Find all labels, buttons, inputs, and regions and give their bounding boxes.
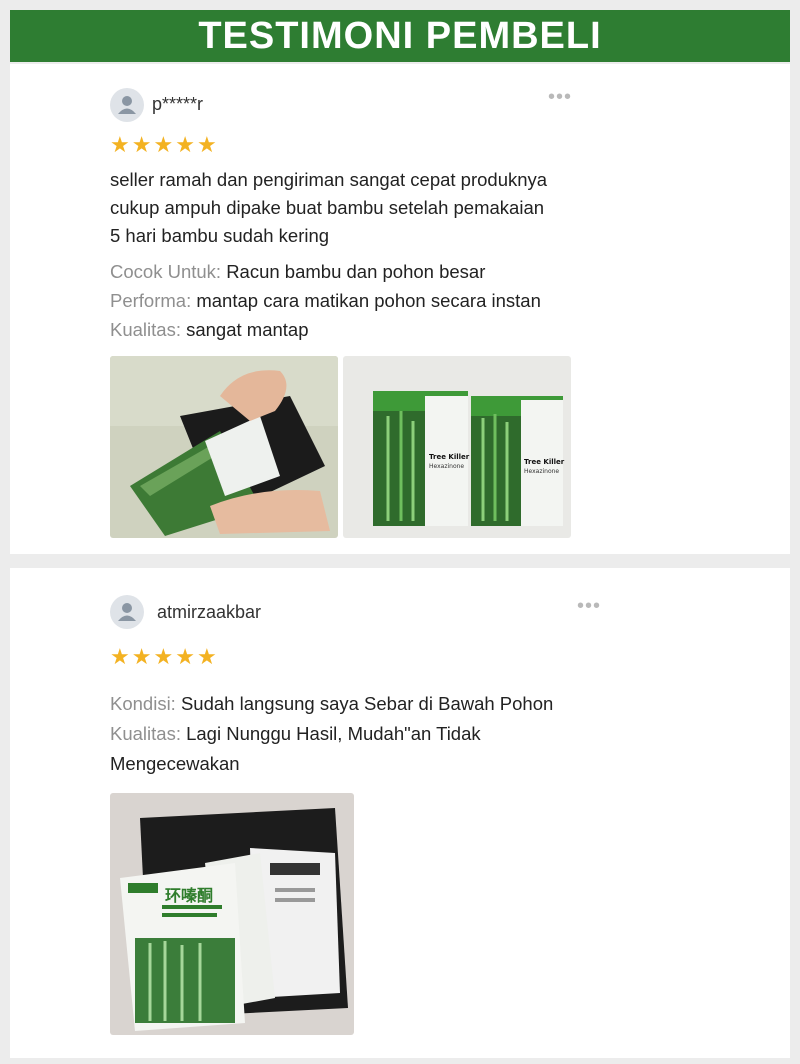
review-card: p*****r ••• ★ ★ ★ ★ ★ seller ramah dan p…: [10, 64, 790, 554]
star-icon: ★: [110, 644, 130, 669]
attribute-row: Cocok Untuk: Racun bambu dan pohon besar: [110, 257, 541, 286]
attribute-row: Kualitas: Lagi Nunggu Hasil, Mudah"an Ti…: [110, 719, 553, 749]
more-options-icon[interactable]: •••: [577, 596, 601, 616]
attribute-continuation: Mengecewakan: [110, 753, 240, 774]
product-photo-image: 环嗪酮: [110, 793, 354, 1035]
rating-stars: ★ ★ ★ ★ ★: [110, 134, 217, 156]
review-photo[interactable]: Tree Killer Hexazinone Tree Killer Hexaz…: [343, 356, 571, 538]
packet-chinese-label: 环嗪酮: [165, 886, 213, 905]
attribute-value: sangat mantap: [186, 319, 309, 340]
packet-label: Tree Killer: [429, 453, 470, 461]
banner-title: TESTIMONI PEMBELI: [198, 14, 602, 57]
attribute-row: Performa: mantap cara matikan pohon seca…: [110, 286, 541, 315]
review-text-line: cukup ampuh dipake buat bambu setelah pe…: [110, 197, 545, 218]
review-photo[interactable]: [110, 356, 338, 538]
user-icon: [118, 603, 136, 621]
star-icon: ★: [196, 644, 217, 669]
reviewer-name[interactable]: atmirzaakbar: [157, 602, 261, 623]
attribute-value: Lagi Nunggu Hasil, Mudah"an Tidak: [186, 723, 481, 744]
star-icon: ★: [131, 644, 152, 669]
packet-sublabel: Hexazinone: [524, 468, 559, 475]
star-icon: ★: [153, 132, 174, 157]
page-banner: TESTIMONI PEMBELI: [10, 10, 790, 62]
review-attributes: Kondisi: Sudah langsung saya Sebar di Ba…: [110, 689, 553, 779]
review-text-line: seller ramah dan pengiriman sangat cepat…: [110, 169, 548, 190]
review-text: seller ramah dan pengiriman sangat cepat…: [110, 166, 547, 250]
more-options-icon[interactable]: •••: [548, 87, 572, 107]
product-photo-image: Tree Killer Hexazinone Tree Killer Hexaz…: [343, 356, 571, 538]
attribute-value: Sudah langsung saya Sebar di Bawah Pohon: [180, 693, 554, 714]
review-text-line: 5 hari bambu sudah kering: [110, 225, 330, 246]
rating-stars: ★ ★ ★ ★ ★: [110, 646, 217, 668]
packet-label: Tree Killer: [524, 458, 565, 466]
product-photo-image: [110, 356, 338, 538]
attribute-label: Kualitas:: [110, 723, 181, 744]
star-icon: ★: [175, 644, 195, 669]
attribute-row: Kualitas: sangat mantap: [110, 315, 541, 344]
attribute-value: mantap cara matikan pohon secara instan: [196, 290, 541, 311]
reviewer-name[interactable]: p*****r: [152, 94, 203, 115]
review-attributes: Cocok Untuk: Racun bambu dan pohon besar…: [110, 257, 541, 344]
review-photo[interactable]: 环嗪酮: [110, 793, 354, 1035]
user-icon: [118, 96, 136, 114]
star-icon: ★: [110, 132, 130, 157]
attribute-label: Kualitas:: [110, 319, 181, 340]
avatar[interactable]: [110, 595, 144, 629]
avatar[interactable]: [110, 88, 144, 122]
star-icon: ★: [153, 644, 174, 669]
star-icon: ★: [131, 132, 152, 157]
attribute-label: Kondisi:: [110, 693, 176, 714]
attribute-label: Cocok Untuk:: [110, 261, 222, 282]
packet-sublabel: Hexazinone: [429, 463, 464, 470]
star-icon: ★: [175, 132, 195, 157]
review-card: atmirzaakbar ••• ★ ★ ★ ★ ★ Kondisi: Suda…: [10, 568, 790, 1058]
star-icon: ★: [196, 132, 217, 157]
attribute-label: Performa:: [110, 290, 192, 311]
attribute-row: Kondisi: Sudah langsung saya Sebar di Ba…: [110, 689, 553, 719]
attribute-value: Racun bambu dan pohon besar: [226, 261, 486, 282]
